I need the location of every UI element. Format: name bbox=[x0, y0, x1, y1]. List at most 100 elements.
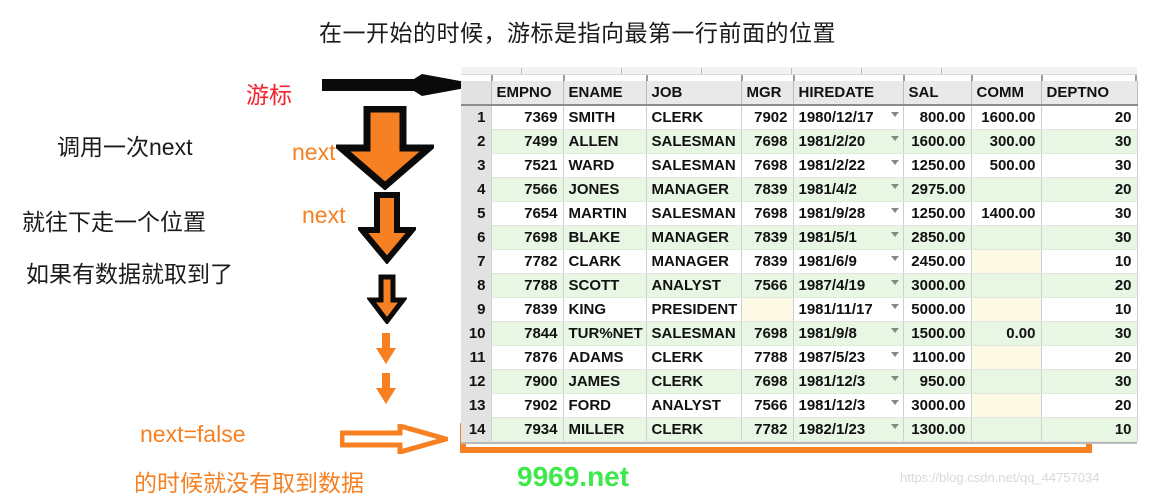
table-row[interactable]: 8 7788 SCOTT ANALYST 7566 1987/4/19 3000.00 20 bbox=[461, 273, 1138, 298]
cell-ename[interactable]: CLARK bbox=[563, 249, 647, 274]
table-row[interactable]: 1 7369 SMITH CLERK 7902 1980/12/17 800.00 1600.… bbox=[461, 105, 1138, 130]
cell-empno[interactable]: 7900 bbox=[491, 369, 564, 394]
employee-table[interactable]: EMPNO ENAME JOB MGR HIREDATE SAL COMM DE… bbox=[461, 81, 1138, 442]
cell-empno[interactable]: 7839 bbox=[491, 297, 564, 322]
row-number-cell[interactable]: 1 bbox=[461, 105, 492, 130]
row-number-cell[interactable]: 6 bbox=[461, 225, 492, 250]
cell-mgr[interactable]: 7839 bbox=[741, 177, 794, 202]
cell-sal[interactable]: 800.00 bbox=[903, 105, 972, 130]
row-number-cell[interactable]: 5 bbox=[461, 201, 492, 226]
cell-empno[interactable]: 7499 bbox=[491, 129, 564, 154]
date-dropdown-caret-icon[interactable] bbox=[890, 424, 899, 429]
table-row[interactable]: 12 7900 JAMES CLERK 7698 1981/12/3 950.00 30 bbox=[461, 369, 1138, 394]
table-row[interactable]: 10 7844 TUR%NET SALESMAN 7698 1981/9/8 1500.00… bbox=[461, 321, 1138, 346]
date-dropdown-caret-icon[interactable] bbox=[890, 256, 899, 261]
cell-hiredate[interactable]: 1981/2/20 bbox=[793, 129, 904, 154]
row-number-cell[interactable]: 3 bbox=[461, 153, 492, 178]
cell-hiredate[interactable]: 1980/12/17 bbox=[793, 105, 904, 130]
cell-mgr[interactable]: 7698 bbox=[741, 129, 794, 154]
cell-mgr[interactable]: 7566 bbox=[741, 273, 794, 298]
cell-hiredate[interactable]: 1981/12/3 bbox=[793, 369, 904, 394]
cell-deptno[interactable]: 20 bbox=[1041, 345, 1138, 370]
cell-comm[interactable] bbox=[971, 345, 1042, 370]
cell-deptno[interactable]: 30 bbox=[1041, 321, 1138, 346]
date-dropdown-caret-icon[interactable] bbox=[890, 376, 899, 381]
cell-empno[interactable]: 7782 bbox=[491, 249, 564, 274]
cell-hiredate[interactable]: 1981/12/3 bbox=[793, 393, 904, 418]
table-row[interactable]: 6 7698 BLAKE MANAGER 7839 1981/5/1 2850.00 30 bbox=[461, 225, 1138, 250]
cell-hiredate[interactable]: 1982/1/23 bbox=[793, 417, 904, 442]
cell-empno[interactable]: 7902 bbox=[491, 393, 564, 418]
cell-sal[interactable]: 2450.00 bbox=[903, 249, 972, 274]
cell-hiredate[interactable]: 1981/4/2 bbox=[793, 177, 904, 202]
cell-job[interactable]: SALESMAN bbox=[646, 201, 742, 226]
cell-empno[interactable]: 7654 bbox=[491, 201, 564, 226]
date-dropdown-caret-icon[interactable] bbox=[890, 232, 899, 237]
date-dropdown-caret-icon[interactable] bbox=[890, 136, 899, 141]
row-number-cell[interactable]: 4 bbox=[461, 177, 492, 202]
cell-empno[interactable]: 7788 bbox=[491, 273, 564, 298]
cell-sal[interactable]: 3000.00 bbox=[903, 273, 972, 298]
cell-deptno[interactable]: 10 bbox=[1041, 417, 1138, 442]
cell-hiredate[interactable]: 1981/9/8 bbox=[793, 321, 904, 346]
cell-ename[interactable]: KING bbox=[563, 297, 647, 322]
cell-job[interactable]: CLERK bbox=[646, 105, 742, 130]
cell-mgr[interactable] bbox=[741, 297, 794, 322]
cell-deptno[interactable]: 30 bbox=[1041, 369, 1138, 394]
date-dropdown-caret-icon[interactable] bbox=[890, 280, 899, 285]
cell-empno[interactable]: 7934 bbox=[491, 417, 564, 442]
table-row[interactable]: 11 7876 ADAMS CLERK 7788 1987/5/23 1100.00 20 bbox=[461, 345, 1138, 370]
cell-comm[interactable] bbox=[971, 417, 1042, 442]
row-number-cell[interactable]: 8 bbox=[461, 273, 492, 298]
cell-sal[interactable]: 5000.00 bbox=[903, 297, 972, 322]
column-header-mgr[interactable]: MGR bbox=[741, 81, 794, 106]
row-number-cell[interactable]: 11 bbox=[461, 345, 492, 370]
cell-comm[interactable] bbox=[971, 177, 1042, 202]
cell-sal[interactable]: 3000.00 bbox=[903, 393, 972, 418]
cell-ename[interactable]: MILLER bbox=[563, 417, 647, 442]
cell-empno[interactable]: 7369 bbox=[491, 105, 564, 130]
cell-sal[interactable]: 1600.00 bbox=[903, 129, 972, 154]
cell-mgr[interactable]: 7782 bbox=[741, 417, 794, 442]
cell-empno[interactable]: 7521 bbox=[491, 153, 564, 178]
row-number-cell[interactable]: 2 bbox=[461, 129, 492, 154]
cell-job[interactable]: CLERK bbox=[646, 417, 742, 442]
cell-mgr[interactable]: 7902 bbox=[741, 105, 794, 130]
cell-hiredate[interactable]: 1981/11/17 bbox=[793, 297, 904, 322]
table-row[interactable]: 4 7566 JONES MANAGER 7839 1981/4/2 2975.00 20 bbox=[461, 177, 1138, 202]
table-row[interactable]: 9 7839 KING PRESIDENT 1981/11/17 5000.00 10 bbox=[461, 297, 1138, 322]
cell-ename[interactable]: MARTIN bbox=[563, 201, 647, 226]
cell-sal[interactable]: 1250.00 bbox=[903, 201, 972, 226]
cell-ename[interactable]: BLAKE bbox=[563, 225, 647, 250]
cell-empno[interactable]: 7876 bbox=[491, 345, 564, 370]
cell-job[interactable]: MANAGER bbox=[646, 177, 742, 202]
cell-comm[interactable] bbox=[971, 393, 1042, 418]
cell-sal[interactable]: 950.00 bbox=[903, 369, 972, 394]
cell-job[interactable]: CLERK bbox=[646, 345, 742, 370]
cell-hiredate[interactable]: 1981/6/9 bbox=[793, 249, 904, 274]
cell-mgr[interactable]: 7839 bbox=[741, 249, 794, 274]
cell-sal[interactable]: 1250.00 bbox=[903, 153, 972, 178]
cell-deptno[interactable]: 30 bbox=[1041, 225, 1138, 250]
cell-hiredate[interactable]: 1981/2/22 bbox=[793, 153, 904, 178]
table-row[interactable]: 2 7499 ALLEN SALESMAN 7698 1981/2/20 1600.00 30… bbox=[461, 129, 1138, 154]
cell-mgr[interactable]: 7698 bbox=[741, 369, 794, 394]
cell-empno[interactable]: 7698 bbox=[491, 225, 564, 250]
cell-deptno[interactable]: 20 bbox=[1041, 273, 1138, 298]
cell-ename[interactable]: ADAMS bbox=[563, 345, 647, 370]
cell-ename[interactable]: WARD bbox=[563, 153, 647, 178]
cell-mgr[interactable]: 7566 bbox=[741, 393, 794, 418]
cell-deptno[interactable]: 20 bbox=[1041, 105, 1138, 130]
cell-hiredate[interactable]: 1987/4/19 bbox=[793, 273, 904, 298]
cell-ename[interactable]: JAMES bbox=[563, 369, 647, 394]
cell-comm[interactable]: 0.00 bbox=[971, 321, 1042, 346]
cell-comm[interactable]: 300.00 bbox=[971, 129, 1042, 154]
cell-deptno[interactable]: 10 bbox=[1041, 249, 1138, 274]
cell-job[interactable]: PRESIDENT bbox=[646, 297, 742, 322]
cell-sal[interactable]: 2850.00 bbox=[903, 225, 972, 250]
row-number-cell[interactable]: 14 bbox=[461, 417, 492, 442]
cell-job[interactable]: SALESMAN bbox=[646, 153, 742, 178]
cell-job[interactable]: MANAGER bbox=[646, 225, 742, 250]
cell-ename[interactable]: FORD bbox=[563, 393, 647, 418]
date-dropdown-caret-icon[interactable] bbox=[890, 184, 899, 189]
